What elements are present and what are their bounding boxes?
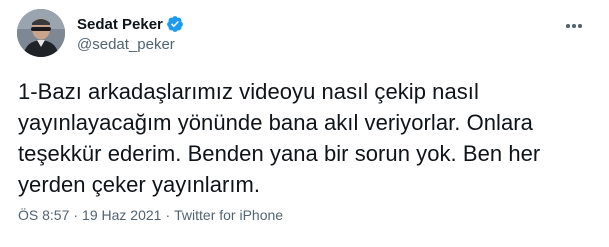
author-display-name[interactable]: Sedat Peker: [77, 16, 163, 33]
tweet-source[interactable]: Twitter for iPhone: [174, 207, 283, 223]
more-horizontal-icon-dot: [566, 24, 570, 28]
tweet-meta: ÖS 8:57 · 19 Haz 2021 · Twitter for iPho…: [18, 207, 283, 223]
tweet-time[interactable]: ÖS 8:57: [18, 207, 69, 223]
more-horizontal-icon-dot: [572, 24, 576, 28]
tweet-card: Sedat Peker @sedat_peker 1-Bazı arkadaşl…: [0, 0, 609, 247]
more-horizontal-icon-dot: [578, 24, 582, 28]
tweet-date[interactable]: 19 Haz 2021: [82, 207, 161, 223]
more-options-button[interactable]: [561, 13, 587, 39]
author-handle[interactable]: @sedat_peker: [77, 36, 175, 53]
tweet-text: 1-Bazı arkadaşlarımız videoyu nasıl çeki…: [18, 79, 541, 197]
verified-badge-icon: [167, 16, 183, 32]
avatar[interactable]: [17, 9, 65, 57]
meta-separator: ·: [165, 207, 171, 223]
author-name-row[interactable]: Sedat Peker: [77, 14, 184, 34]
meta-separator: ·: [73, 207, 79, 223]
avatar-image: [17, 9, 65, 57]
